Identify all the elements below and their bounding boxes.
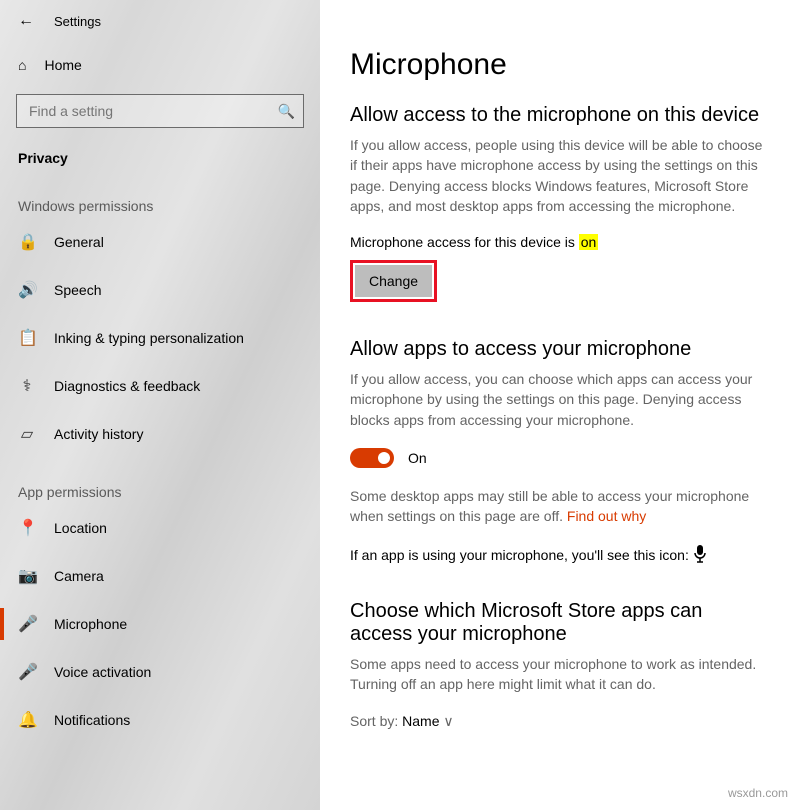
home-nav[interactable]: ⌂ Home xyxy=(0,44,320,86)
nav-label: Camera xyxy=(54,568,104,584)
nav-inking[interactable]: 📋 Inking & typing personalization xyxy=(0,314,320,362)
inking-icon: 📋 xyxy=(18,328,36,348)
nav-general[interactable]: 🔒 General xyxy=(0,218,320,266)
section2-text: If you allow access, you can choose whic… xyxy=(350,369,770,430)
nav-label: Diagnostics & feedback xyxy=(54,378,200,394)
nav-label: Activity history xyxy=(54,426,143,442)
category-label: Privacy xyxy=(0,138,320,172)
location-icon: 📍 xyxy=(18,518,36,538)
status-prefix: Microphone access for this device is xyxy=(350,234,579,250)
speech-icon: 🔊 xyxy=(18,280,36,300)
change-button[interactable]: Change xyxy=(355,265,432,297)
nav-label: Location xyxy=(54,520,107,536)
page-title: Microphone xyxy=(350,48,770,82)
app-title: Settings xyxy=(54,14,101,29)
nav-label: General xyxy=(54,234,104,250)
section1-text: If you allow access, people using this d… xyxy=(350,135,770,216)
mic-in-use-text: If an app is using your microphone, you'… xyxy=(350,547,689,563)
sort-prefix: Sort by: xyxy=(350,713,402,729)
toggle-label: On xyxy=(408,450,427,466)
section3-text: Some apps need to access your microphone… xyxy=(350,654,770,695)
home-label: Home xyxy=(44,57,81,73)
nav-diagnostics[interactable]: ⚕ Diagnostics & feedback xyxy=(0,362,320,410)
section3-heading: Choose which Microsoft Store apps can ac… xyxy=(350,600,770,646)
section-windows-permissions: Windows permissions xyxy=(0,172,320,218)
nav-camera[interactable]: 📷 Camera xyxy=(0,552,320,600)
section-app-permissions: App permissions xyxy=(0,458,320,504)
chevron-down-icon: ∨ xyxy=(443,713,453,729)
search-box[interactable]: 🔍 xyxy=(16,94,304,128)
lock-icon: 🔒 xyxy=(18,232,36,252)
section1-heading: Allow access to the microphone on this d… xyxy=(350,104,770,127)
back-icon[interactable]: ← xyxy=(18,12,34,30)
apps-toggle-row: On xyxy=(350,448,770,468)
nav-voice-activation[interactable]: 🎤 Voice activation xyxy=(0,648,320,696)
nav-label: Speech xyxy=(54,282,101,298)
device-access-status: Microphone access for this device is on xyxy=(350,234,770,250)
mic-icon: 🎤 xyxy=(18,614,36,634)
nav-label: Voice activation xyxy=(54,664,151,680)
nav-speech[interactable]: 🔊 Speech xyxy=(0,266,320,314)
nav-label: Inking & typing personalization xyxy=(54,330,244,346)
voice-icon: 🎤 xyxy=(18,662,36,682)
search-icon: 🔍 xyxy=(278,103,295,120)
desktop-apps-note: Some desktop apps may still be able to a… xyxy=(350,486,770,527)
nav-activity[interactable]: ▱ Activity history xyxy=(0,410,320,458)
find-out-why-link[interactable]: Find out why xyxy=(567,508,646,524)
diagnostics-icon: ⚕ xyxy=(18,376,36,396)
mic-indicator-icon xyxy=(693,545,707,568)
desktop-note-text: Some desktop apps may still be able to a… xyxy=(350,488,749,524)
main-content: Microphone Allow access to the microphon… xyxy=(320,0,800,810)
mic-in-use-line: If an app is using your microphone, you'… xyxy=(350,545,770,568)
home-icon: ⌂ xyxy=(18,57,26,73)
nav-notifications[interactable]: 🔔 Notifications xyxy=(0,696,320,744)
sort-value: Name xyxy=(402,713,439,729)
notifications-icon: 🔔 xyxy=(18,710,36,730)
nav-microphone[interactable]: 🎤 Microphone xyxy=(0,600,320,648)
nav-location[interactable]: 📍 Location xyxy=(0,504,320,552)
section2-heading: Allow apps to access your microphone xyxy=(350,338,770,361)
nav-label: Notifications xyxy=(54,712,130,728)
sort-by-control[interactable]: Sort by: Name ∨ xyxy=(350,713,770,730)
highlight-annotation: Change xyxy=(350,260,437,302)
camera-icon: 📷 xyxy=(18,566,36,586)
status-value: on xyxy=(579,234,599,250)
sidebar: ← Settings ⌂ Home 🔍 Privacy Windows perm… xyxy=(0,0,320,810)
watermark: wsxdn.com xyxy=(728,786,788,800)
search-input[interactable] xyxy=(27,102,278,120)
header-row: ← Settings xyxy=(0,6,320,44)
activity-icon: ▱ xyxy=(18,424,36,444)
apps-access-toggle[interactable] xyxy=(350,448,394,468)
nav-label: Microphone xyxy=(54,616,127,632)
